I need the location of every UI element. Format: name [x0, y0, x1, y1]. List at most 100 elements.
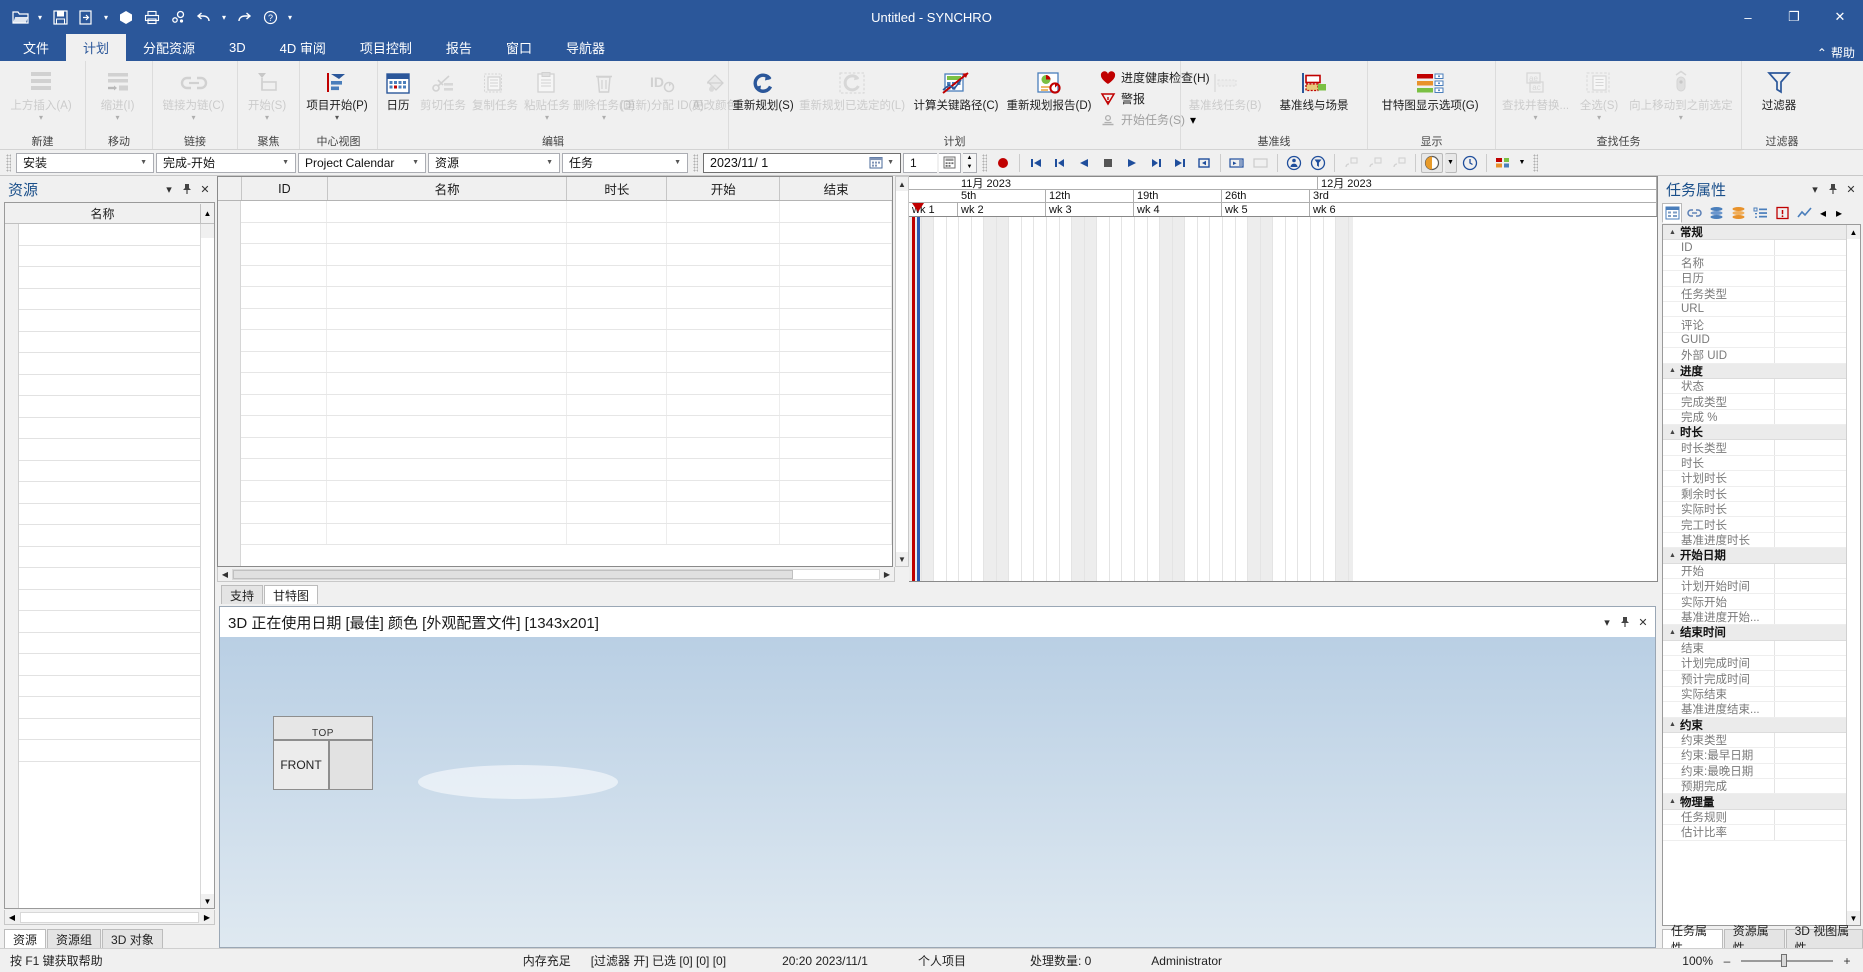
ribbon-help-link[interactable]: 帮助	[1831, 44, 1855, 61]
move-up-previous-button[interactable]: 向上移动到之前选定 ▾	[1624, 64, 1738, 123]
paste-task-dropdown-icon[interactable]: ▾	[545, 113, 549, 123]
reschedule-selected-button[interactable]: 重新规划已选定的(L)	[796, 64, 908, 113]
property-value[interactable]	[1775, 655, 1846, 671]
link-view3-icon[interactable]	[1388, 153, 1410, 173]
settings-icon[interactable]	[166, 5, 190, 29]
tab-resource-groups[interactable]: 资源组	[47, 929, 102, 948]
focus-start-button[interactable]: 开始(S) ▾	[239, 64, 295, 123]
spinner-down-icon[interactable]: ▼	[963, 163, 976, 172]
property-value[interactable]	[1775, 332, 1846, 348]
open-icon[interactable]	[8, 5, 32, 29]
play-range-icon[interactable]	[1226, 153, 1248, 173]
chevron-down-icon[interactable]: ▼	[670, 159, 685, 166]
pin-icon[interactable]	[1825, 181, 1841, 197]
tab-issues[interactable]	[1772, 203, 1792, 223]
property-value[interactable]	[1775, 486, 1846, 502]
tab-resources[interactable]: 资源	[4, 929, 47, 948]
scrollbar-thumb[interactable]	[233, 569, 793, 579]
property-value[interactable]	[1775, 301, 1846, 317]
table-row[interactable]	[241, 351, 892, 373]
table-row[interactable]	[241, 523, 892, 545]
zoom-in-button[interactable]: +	[1841, 954, 1853, 968]
link-view1-icon[interactable]	[1340, 153, 1362, 173]
property-value[interactable]	[1775, 640, 1846, 655]
record-icon[interactable]	[992, 153, 1014, 173]
column-header-duration[interactable]: 时长	[567, 177, 668, 200]
reassign-id-button[interactable]: ID (重新)分配 ID(A)	[620, 64, 704, 112]
property-value[interactable]	[1775, 409, 1846, 425]
table-row[interactable]	[241, 480, 892, 502]
property-section[interactable]: ▲ 结束时间	[1663, 625, 1846, 641]
list-item[interactable]	[19, 568, 200, 590]
tabs-next-icon[interactable]: ▸	[1832, 203, 1846, 223]
save-as-dropdown-icon[interactable]: ▾	[100, 5, 112, 29]
step-field[interactable]: 1	[903, 152, 937, 173]
copy-task-button[interactable]: 复制任务	[469, 64, 521, 113]
tab-outline[interactable]	[1750, 203, 1770, 223]
focus-start-dropdown-icon[interactable]: ▾	[265, 113, 269, 123]
scrollbar-down-icon[interactable]: ▼	[201, 894, 214, 908]
critical-path-button[interactable]: 计算关键路径(C)	[908, 64, 1004, 113]
property-value[interactable]	[1775, 255, 1846, 271]
reschedule-report-button[interactable]: 重新规划报告(D)	[1004, 64, 1094, 113]
table-row[interactable]	[241, 437, 892, 459]
property-value[interactable]	[1775, 348, 1846, 363]
tab-4d-review[interactable]: 4D 审阅	[263, 34, 343, 61]
indent-dropdown-icon[interactable]: ▾	[115, 113, 119, 123]
tab-assignments[interactable]	[1728, 203, 1748, 223]
column-header-start[interactable]: 开始	[667, 177, 781, 200]
project-start-dropdown-icon[interactable]: ▾	[335, 113, 339, 123]
toolbar-grip-4[interactable]	[1533, 153, 1538, 172]
find-replace-button[interactable]: ae ac 查找并替换... ▾	[1497, 64, 1574, 123]
select-all-button[interactable]: 全选(S) ▾	[1574, 64, 1624, 123]
undo-dropdown-icon[interactable]: ▾	[218, 5, 230, 29]
contrast-icon[interactable]	[1421, 152, 1443, 173]
resource-combo[interactable]: 资源 ▼	[428, 152, 560, 173]
table-row[interactable]	[241, 244, 892, 266]
close-button[interactable]: ✕	[1817, 0, 1863, 34]
paste-task-button[interactable]: 粘贴任务 ▾	[521, 64, 573, 123]
maximize-button[interactable]: ❐	[1771, 0, 1817, 34]
task-combo[interactable]: 任务 ▼	[562, 152, 688, 173]
customize-qat-icon[interactable]: ▾	[284, 5, 296, 29]
scrollbar-left-icon[interactable]: ◀	[218, 570, 232, 579]
table-row[interactable]	[241, 222, 892, 244]
tab-window[interactable]: 窗口	[489, 34, 549, 61]
gantt-chart-body[interactable]	[909, 217, 1657, 581]
scrollbar-right-icon[interactable]: ▶	[880, 570, 894, 579]
property-value[interactable]	[1775, 825, 1846, 840]
resources-vertical-scrollbar[interactable]: ▼	[200, 224, 214, 908]
undo-icon[interactable]	[192, 5, 216, 29]
tab-resources[interactable]	[1706, 203, 1726, 223]
property-value[interactable]	[1775, 578, 1846, 594]
table-row[interactable]	[241, 373, 892, 395]
column-header-name[interactable]: 名称	[328, 177, 568, 200]
toolbar-grip[interactable]	[6, 153, 11, 172]
scroll-up-icon[interactable]: ▲	[200, 203, 214, 223]
property-value[interactable]	[1775, 317, 1846, 332]
appearance-dropdown-icon[interactable]: ▼	[1516, 153, 1528, 173]
date-field[interactable]: 2023/11/ 1 ▼	[703, 152, 901, 173]
property-value[interactable]	[1775, 455, 1846, 471]
property-value[interactable]	[1775, 809, 1846, 825]
zoom-slider-thumb[interactable]	[1781, 954, 1787, 967]
project-start-button[interactable]: 项目开始(P) ▾	[301, 64, 373, 123]
insert-above-button[interactable]: 上方插入(A) ▾	[1, 64, 81, 123]
tab-resource-properties[interactable]: 资源属性	[1723, 924, 1785, 955]
scrollbar-right-icon[interactable]: ▶	[200, 913, 214, 922]
scrollbar-track[interactable]	[232, 568, 880, 580]
install-combo[interactable]: 安装 ▼	[16, 152, 154, 173]
column-header-id[interactable]: ID	[242, 177, 328, 200]
link-chain-button[interactable]: 链接为链(C) ▾	[154, 64, 233, 123]
chevron-down-icon[interactable]: ▼	[278, 159, 293, 166]
redo-icon[interactable]	[232, 5, 256, 29]
toolbar-grip-3[interactable]	[982, 153, 987, 172]
threed-viewport[interactable]: TOP FRONT	[220, 637, 1655, 947]
delete-task-button[interactable]: 删除任务(D) ▾	[573, 64, 635, 123]
tab-links[interactable]	[1684, 203, 1704, 223]
scrollbar-left-icon[interactable]: ◀	[5, 913, 19, 922]
minimize-button[interactable]: –	[1725, 0, 1771, 34]
tab-3d[interactable]: 3D	[212, 34, 263, 61]
tabs-prev-icon[interactable]: ◂	[1816, 203, 1830, 223]
reschedule-button[interactable]: 重新规划(S)	[730, 64, 796, 113]
